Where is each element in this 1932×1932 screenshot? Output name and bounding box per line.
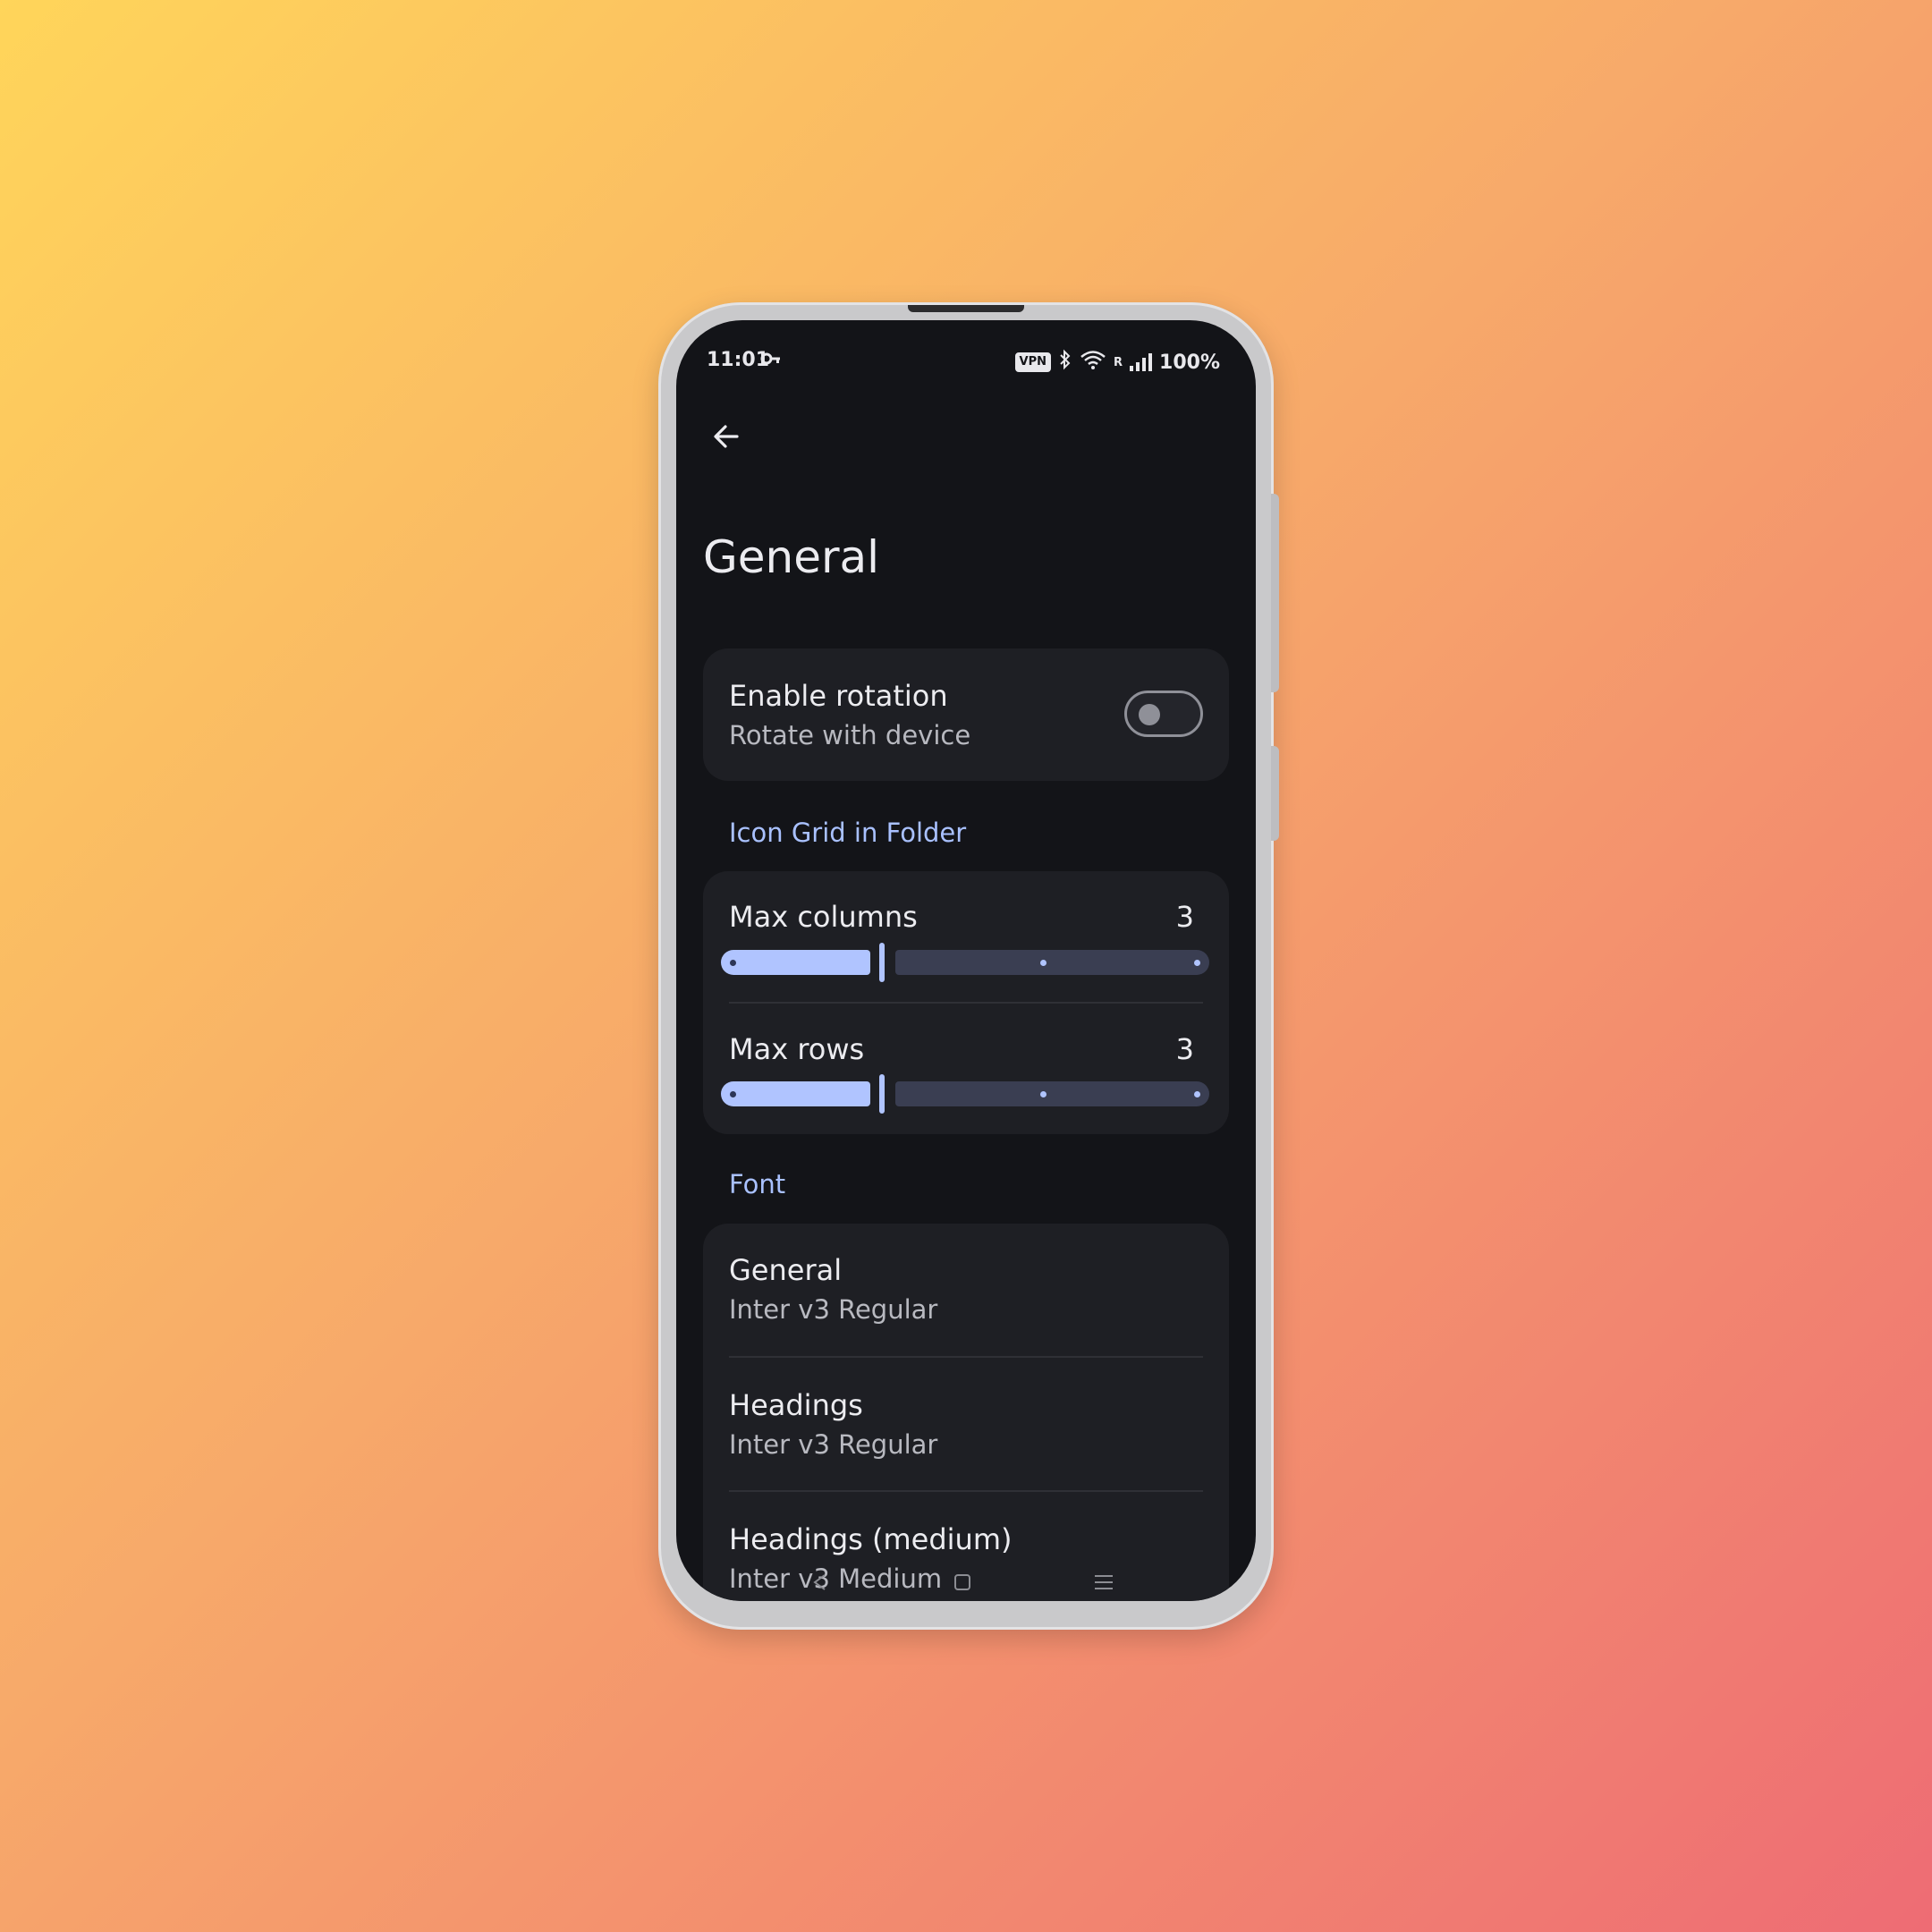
max-columns-value: 3 [1175, 900, 1194, 934]
max-columns-slider[interactable] [721, 943, 1209, 982]
slider-tick [1194, 1091, 1200, 1097]
slider-tick [730, 1091, 736, 1097]
slider-tick [730, 960, 736, 966]
power-button [1271, 746, 1279, 841]
rotation-subtitle: Rotate with device [729, 720, 971, 750]
icon-grid-card: Max columns 3 Max rows 3 [703, 871, 1229, 1134]
font-item-title: Headings [729, 1388, 863, 1422]
section-font: Font [729, 1169, 786, 1199]
max-rows-label: Max rows [729, 1032, 865, 1066]
slider-handle[interactable] [879, 943, 885, 982]
wifi-icon [1080, 349, 1106, 376]
slider-tick [1194, 960, 1200, 966]
section-icon-grid: Icon Grid in Folder [729, 818, 967, 848]
status-icons: VPN R 100% [1014, 349, 1220, 376]
font-item-title: General [729, 1253, 843, 1287]
slider-inactive-track [895, 950, 1209, 975]
navigation-bar [676, 1572, 1256, 1599]
slider-active-track [721, 1081, 870, 1106]
roaming-indicator: R [1114, 355, 1123, 369]
nav-home-icon[interactable] [953, 1572, 972, 1597]
max-rows-slider[interactable] [721, 1074, 1209, 1114]
vpn-icon: VPN [1014, 352, 1052, 372]
divider [729, 1356, 1203, 1358]
rotation-toggle[interactable] [1124, 691, 1203, 737]
max-rows-value: 3 [1175, 1032, 1194, 1066]
signal-icon [1130, 353, 1153, 371]
toggle-thumb [1139, 704, 1160, 725]
slider-handle[interactable] [879, 1074, 885, 1114]
slider-inactive-track [895, 1081, 1209, 1106]
arrow-left-icon [714, 425, 739, 448]
rotation-title: Enable rotation [729, 679, 948, 713]
slider-tick [1040, 960, 1046, 966]
back-button[interactable] [699, 410, 753, 463]
font-card: General Inter v3 Regular Headings Inter … [703, 1224, 1229, 1601]
nav-back-icon[interactable] [810, 1572, 828, 1597]
key-icon [760, 349, 782, 374]
rotation-setting[interactable]: Enable rotation Rotate with device [703, 648, 1229, 781]
app-screen: 11:01 VPN R 100% General Enable rotation… [676, 320, 1256, 1601]
font-item-title: Headings (medium) [729, 1522, 1013, 1556]
nav-menu-icon[interactable] [1093, 1572, 1114, 1597]
status-bar: 11:01 VPN R 100% [676, 342, 1256, 381]
font-item-value: Inter v3 Regular [729, 1294, 938, 1325]
max-columns-label: Max columns [729, 900, 918, 934]
bluetooth-icon [1058, 349, 1072, 376]
page-title: General [703, 531, 880, 583]
divider [729, 1490, 1203, 1492]
phone-notch [908, 305, 1024, 312]
slider-tick [1040, 1091, 1046, 1097]
slider-active-track [721, 950, 870, 975]
divider [729, 1002, 1203, 1004]
font-item-value: Inter v3 Regular [729, 1429, 938, 1460]
battery-level: 100% [1159, 351, 1220, 374]
volume-button [1271, 494, 1279, 692]
